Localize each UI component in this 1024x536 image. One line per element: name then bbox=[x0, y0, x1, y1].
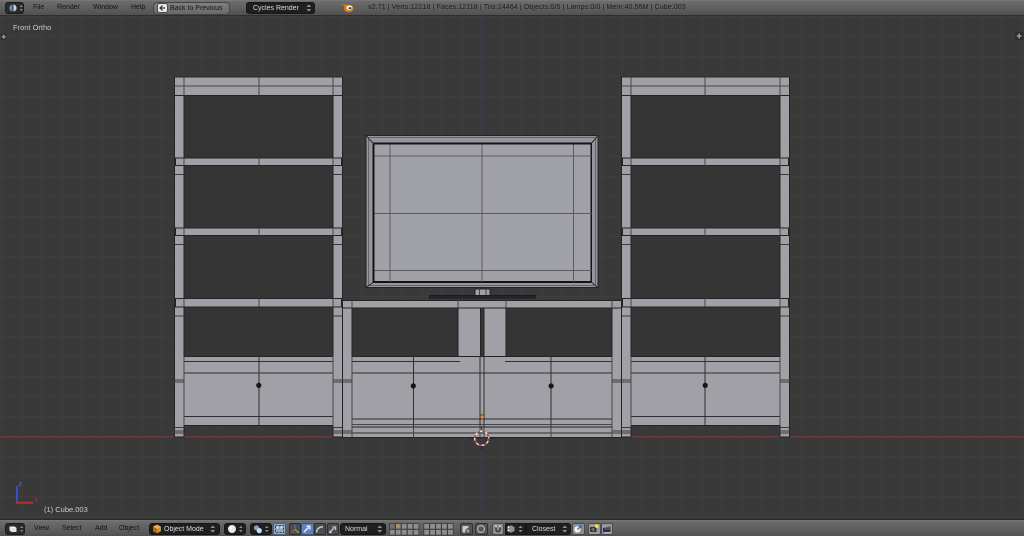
svg-text:x: x bbox=[35, 497, 39, 504]
svg-text:z: z bbox=[19, 481, 23, 488]
